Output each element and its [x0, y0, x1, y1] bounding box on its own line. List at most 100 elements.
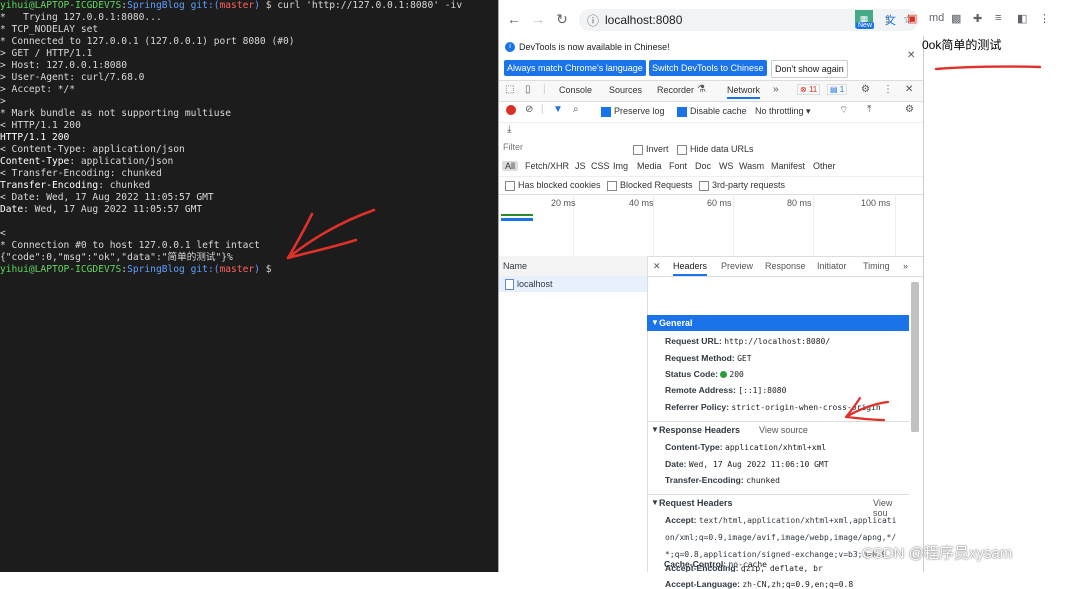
tab-sources[interactable]: Sources: [609, 85, 642, 95]
general-section-header[interactable]: ▼ General: [647, 315, 909, 331]
message-count-badge[interactable]: ▤ 1: [827, 84, 848, 95]
throttling-select[interactable]: No throttling ▾: [755, 106, 811, 117]
type-ws[interactable]: WS: [719, 161, 734, 171]
name-column-header[interactable]: Name: [499, 256, 647, 277]
type-manifest[interactable]: Manifest: [771, 161, 805, 171]
tab-console[interactable]: Console: [559, 85, 592, 95]
status-code-key: Status Code:: [665, 369, 718, 379]
tab-recorder[interactable]: Recorder: [657, 85, 694, 95]
device-toolbar-icon[interactable]: ▯: [525, 84, 531, 95]
type-all[interactable]: All: [502, 161, 519, 171]
forward-icon[interactable]: →: [529, 10, 547, 28]
close-devtools-icon[interactable]: ✕: [905, 84, 913, 95]
match-language-button[interactable]: Always match Chrome's language: [504, 60, 646, 76]
sidepanel-icon[interactable]: ◧: [1017, 12, 1027, 25]
hide-data-urls-check[interactable]: [677, 144, 687, 155]
terminal-line: > Accept: */*: [0, 84, 498, 96]
menu-icon[interactable]: ⋮: [1039, 12, 1050, 25]
disable-cache-checkbox[interactable]: Disable cache: [677, 106, 747, 117]
terminal-line: {"code":0,"msg":"ok","data":"简单的测试"}%: [0, 252, 498, 264]
reload-icon[interactable]: ↻: [553, 10, 571, 28]
banner-text: DevTools is now available in Chinese!: [519, 42, 670, 52]
back-icon[interactable]: ←: [505, 10, 523, 28]
response-view-source-link[interactable]: View source: [759, 425, 808, 435]
invert-check[interactable]: [633, 144, 643, 155]
third-party-checkbox[interactable]: 3rd-party requests: [699, 180, 785, 191]
type-wasm[interactable]: Wasm: [739, 161, 764, 171]
type-css[interactable]: CSS: [591, 161, 610, 171]
blocked-requests-check[interactable]: [607, 180, 617, 191]
type-other[interactable]: Other: [813, 161, 836, 171]
has-blocked-cookies-checkbox[interactable]: Has blocked cookies: [505, 180, 601, 191]
tab-network[interactable]: Network: [727, 85, 761, 99]
blocked-filters: Has blocked cookies Blocked Requests 3rd…: [499, 176, 923, 195]
hide-data-urls-checkbox[interactable]: Hide data URLs: [677, 144, 754, 155]
more-tabs-icon[interactable]: »: [773, 84, 779, 95]
type-doc[interactable]: Doc: [695, 161, 711, 171]
devtools-panel: i DevTools is now available in Chinese! …: [499, 36, 924, 589]
search-icon[interactable]: ⌕: [573, 104, 579, 115]
record-icon[interactable]: [506, 105, 516, 115]
url-text[interactable]: localhost:8080: [605, 13, 682, 27]
tab-divider: |: [543, 84, 546, 95]
request-url-row: Request URL: http://localhost:8080/: [665, 336, 830, 346]
clear-icon[interactable]: ⊘: [525, 104, 533, 115]
type-font[interactable]: Font: [669, 161, 687, 171]
terminal-window[interactable]: yihui@LAPTOP-ICGDEV7S:SpringBlog git:(ma…: [0, 0, 498, 572]
upload-har-icon[interactable]: ⤒: [867, 104, 871, 115]
download-har-icon[interactable]: ⤓: [507, 124, 511, 135]
has-blocked-cookies-check[interactable]: [505, 180, 515, 191]
switch-chinese-button[interactable]: Switch DevTools to Chinese: [649, 60, 767, 76]
filter-icon[interactable]: ▼: [553, 104, 563, 115]
invert-checkbox[interactable]: Invert: [633, 144, 669, 155]
dont-show-button[interactable]: Don't show again: [771, 60, 848, 78]
request-headers-section-header[interactable]: ▼ Request Headers View sou: [647, 494, 909, 518]
markdown-icon[interactable]: md: [929, 12, 944, 24]
site-info-icon[interactable]: ⓘ: [587, 12, 599, 29]
terminal-line: Transfer-Encoding: chunked: [0, 180, 498, 192]
filter-input[interactable]: Filter: [503, 142, 627, 154]
playlist-icon[interactable]: ≡: [995, 12, 1001, 24]
preserve-log-check[interactable]: [601, 106, 611, 117]
more-options-icon[interactable]: ⋮: [883, 84, 893, 95]
more-details-tabs-icon[interactable]: »: [903, 261, 908, 271]
extension-red-icon[interactable]: ▣: [907, 12, 917, 25]
remote-address-value: [::1]:8080: [738, 386, 787, 395]
blocked-requests-checkbox[interactable]: Blocked Requests: [607, 180, 693, 191]
details-scrollbar[interactable]: [911, 282, 919, 432]
tab-preview[interactable]: Preview: [721, 261, 753, 271]
network-settings-icon[interactable]: ⚙: [905, 104, 914, 115]
error-count-badge[interactable]: ⊗ 11: [797, 84, 821, 95]
tab-timing[interactable]: Timing: [863, 261, 890, 271]
third-party-check[interactable]: [699, 180, 709, 191]
extension-grid-icon[interactable]: ▩: [951, 12, 961, 25]
type-fetch-xhr[interactable]: Fetch/XHR: [525, 161, 569, 171]
terminal-text: : application/json: [69, 156, 174, 167]
terminal-text: git:(: [184, 264, 220, 275]
translate-icon[interactable]: 文: [885, 12, 896, 28]
response-headers-section-header[interactable]: ▼ Response Headers View source: [647, 421, 909, 438]
settings-gear-icon[interactable]: ⚙: [861, 84, 870, 95]
tab-headers[interactable]: Headers: [673, 261, 708, 276]
tab-initiator[interactable]: Initiator: [817, 261, 847, 271]
terminal-text: {"code":0,"msg":"ok","data":"简单的测试"}: [0, 252, 228, 263]
close-details-icon[interactable]: ✕: [653, 261, 661, 272]
type-media[interactable]: Media: [637, 161, 662, 171]
disable-cache-check[interactable]: [677, 106, 687, 117]
network-timeline[interactable]: 20 ms 40 ms 60 ms 80 ms 100 ms: [499, 194, 923, 257]
terminal-line: * TCP_NODELAY set: [0, 24, 498, 36]
close-icon[interactable]: ✕: [907, 50, 915, 61]
tab-response[interactable]: Response: [765, 261, 806, 271]
date-key: Date:: [665, 459, 687, 469]
timeline-tick: 80 ms: [787, 198, 812, 208]
terminal-line: < Date: Wed, 17 Aug 2022 11:05:57 GMT: [0, 192, 498, 204]
preserve-log-checkbox[interactable]: Preserve log: [601, 106, 665, 117]
puzzle-icon[interactable]: ✚: [973, 12, 982, 25]
type-js[interactable]: JS: [575, 161, 586, 171]
inspect-icon[interactable]: ⬚: [505, 84, 514, 95]
type-img[interactable]: Img: [613, 161, 628, 171]
network-conditions-icon[interactable]: ⌔: [839, 104, 848, 117]
browser-window: ← → ↻ ⓘ localhost:8080 ⇪ ☆ ▦ New 文 ▣ md …: [498, 0, 1080, 589]
request-row-localhost[interactable]: localhost: [499, 276, 647, 292]
